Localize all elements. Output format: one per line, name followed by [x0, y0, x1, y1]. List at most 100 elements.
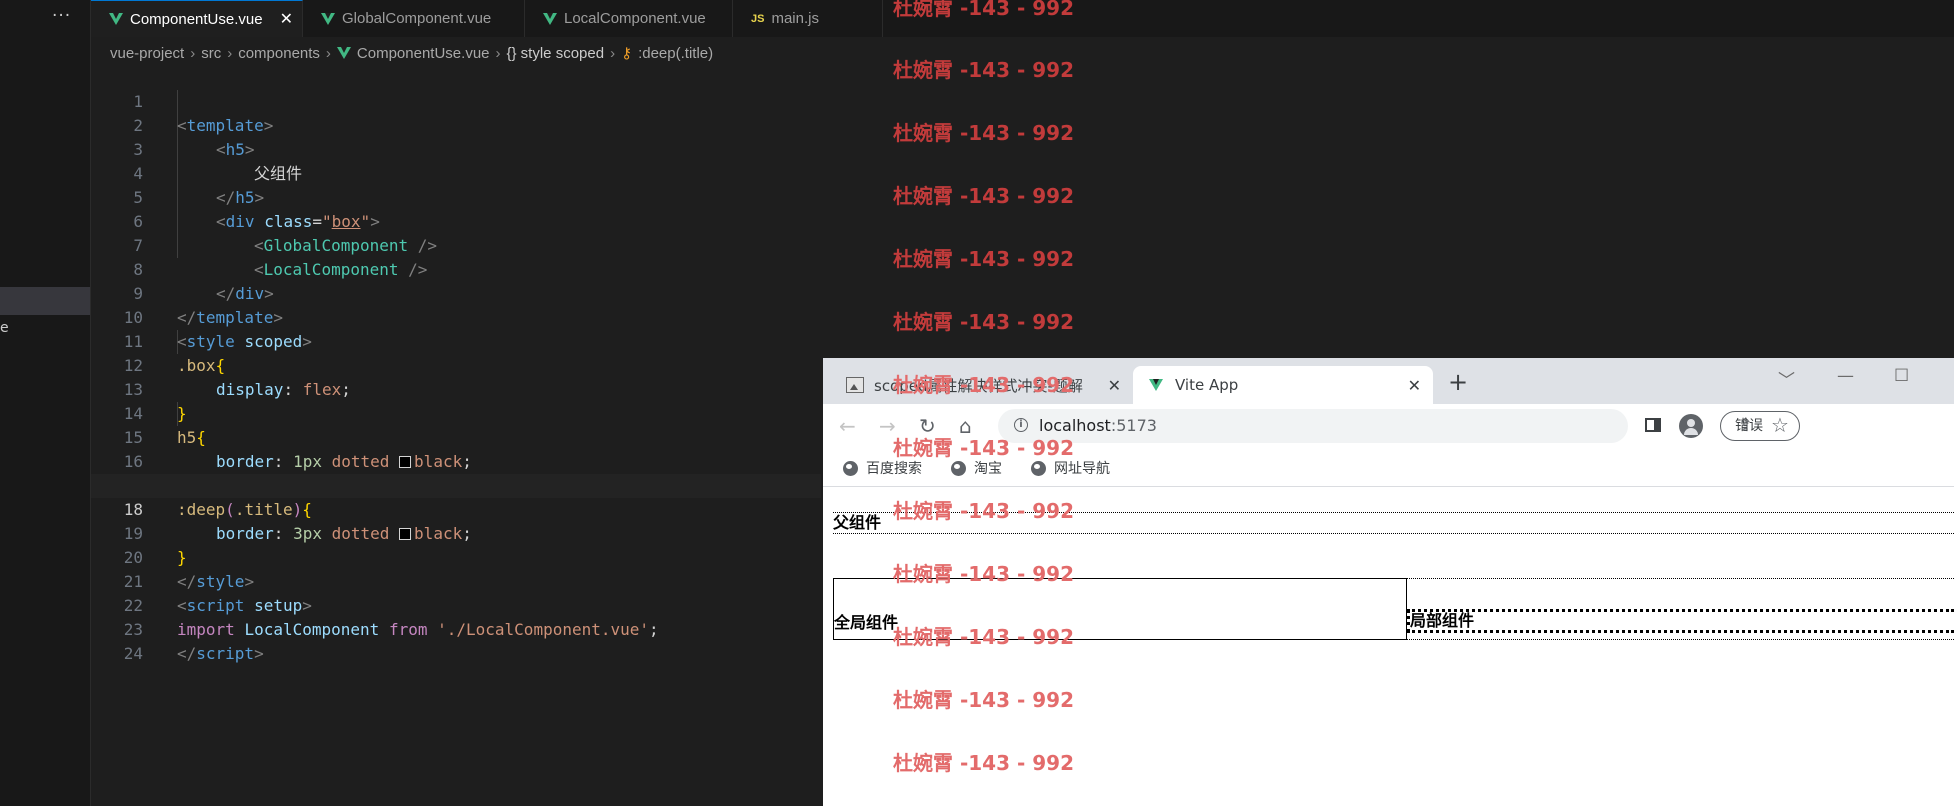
- error-button[interactable]: 错误: [1720, 411, 1800, 441]
- watermark: 杜婉霄 -143 - 992: [893, 121, 1074, 145]
- vue-icon: [321, 12, 335, 25]
- watermark: 杜婉霄 -143 - 992: [893, 562, 1074, 586]
- code-line[interactable]: 1 <template>: [91, 66, 821, 135]
- code-line[interactable]: 4 </h5>: [91, 138, 821, 207]
- token: script: [196, 644, 255, 663]
- symbol-key-icon: ⚷: [621, 45, 633, 62]
- bookmark-nav[interactable]: 网址导航: [1031, 458, 1110, 478]
- back-arrow-icon[interactable]: ←: [839, 414, 856, 438]
- breadcrumb-item[interactable]: {} style scoped: [507, 45, 605, 62]
- watermark: 杜婉霄 -143 - 992: [893, 0, 1074, 20]
- breadcrumb: vue-project › src › components › Compone…: [110, 44, 713, 63]
- url-port: :5173: [1110, 416, 1157, 435]
- chevron-down-icon[interactable]: ﹀: [1778, 366, 1795, 391]
- new-tab-icon[interactable]: +: [1448, 368, 1468, 396]
- code-line[interactable]: 5 <div class="box">: [91, 162, 821, 231]
- tab-componentuse-vue[interactable]: ComponentUse.vue ✕: [91, 0, 303, 37]
- breadcrumb-item[interactable]: src: [201, 45, 221, 62]
- watermark: 杜婉霄 -143 - 992: [893, 688, 1074, 712]
- chevron-right-icon: ›: [227, 44, 233, 62]
- info-icon[interactable]: i: [1014, 418, 1028, 432]
- code-line[interactable]: 8 </div>: [91, 234, 821, 303]
- tab-label: LocalComponent.vue: [564, 10, 706, 27]
- profile-avatar-icon[interactable]: [1679, 414, 1703, 438]
- code-line[interactable]: 2 <h5>: [91, 90, 821, 159]
- breadcrumb-item[interactable]: :deep(.title): [638, 45, 713, 62]
- close-tab-icon[interactable]: ✕: [280, 9, 293, 29]
- code-line[interactable]: 24: [91, 618, 821, 663]
- watermark: 杜婉霄 -143 - 992: [893, 436, 1074, 460]
- globe-icon: [1031, 460, 1046, 476]
- vue-icon: [109, 13, 123, 25]
- token: </: [177, 644, 197, 663]
- code-line[interactable]: 10 <style scoped>: [91, 282, 821, 351]
- watermark: 杜婉霄 -143 - 992: [893, 373, 1074, 397]
- browser-tab-vite-app[interactable]: Vite App ✕: [1133, 366, 1433, 404]
- local-component-title: 局部组件: [1407, 609, 1954, 633]
- code-line[interactable]: 15 border: 1px dotted black;: [91, 402, 821, 471]
- bookmark-label: 百度搜索: [866, 461, 922, 477]
- code-line[interactable]: 11 .box{: [91, 306, 821, 375]
- tab-main-js[interactable]: JS main.js: [733, 0, 883, 37]
- code-editor[interactable]: 1 <template> 2 <h5> 3 父组件 4 </h5> 5 <div…: [91, 66, 821, 666]
- vue-icon: [336, 47, 351, 59]
- code-line[interactable]: 14 h5{: [91, 378, 821, 447]
- globe-icon: [843, 460, 858, 476]
- js-icon: JS: [751, 12, 765, 25]
- code-line[interactable]: 17 :deep(.title){: [91, 450, 821, 519]
- code-line[interactable]: 19 }: [91, 498, 821, 567]
- code-line[interactable]: 12 display: flex;: [91, 330, 821, 399]
- watermark: 杜婉霄 -143 - 992: [893, 310, 1074, 334]
- watermark: 杜婉霄 -143 - 992: [893, 184, 1074, 208]
- chevron-right-icon: ›: [495, 44, 501, 62]
- close-tab-icon[interactable]: ✕: [1108, 376, 1121, 395]
- code-line[interactable]: 20 </style>: [91, 522, 821, 591]
- line-number: 24: [123, 644, 143, 663]
- address-bar[interactable]: i localhost:5173 ⇪ ☆: [998, 409, 1789, 443]
- minimize-icon[interactable]: —: [1837, 366, 1854, 386]
- tab-globalcomponent-vue[interactable]: GlobalComponent.vue: [303, 0, 525, 37]
- globe-icon: [951, 460, 966, 476]
- more-actions-icon[interactable]: ···: [52, 6, 71, 26]
- chevron-right-icon: ›: [190, 44, 196, 62]
- token: >: [254, 644, 264, 663]
- explorer-selected-row[interactable]: [0, 287, 90, 315]
- code-line[interactable]: 7 <LocalComponent />: [91, 210, 821, 279]
- code-line[interactable]: 21 <script setup>: [91, 546, 821, 615]
- maximize-icon[interactable]: ☐: [1894, 366, 1909, 386]
- explorer-sidebar: ··· e: [0, 0, 91, 806]
- code-line[interactable]: 9 </template>: [91, 258, 821, 327]
- chevron-right-icon: ›: [610, 44, 616, 62]
- bookmark-label: 网址导航: [1054, 461, 1110, 477]
- bookmark-taobao[interactable]: 淘宝: [951, 458, 1002, 478]
- code-line[interactable]: 13 }: [91, 354, 821, 423]
- bookmark-label: 淘宝: [974, 461, 1002, 477]
- explorer-item-fragment[interactable]: e: [0, 320, 9, 336]
- code-line-current[interactable]: 18 border: 3px dotted black;: [91, 474, 821, 543]
- vue-icon: [1149, 379, 1163, 391]
- close-tab-icon[interactable]: ✕: [1408, 376, 1421, 395]
- watermark: 杜婉霄 -143 - 992: [893, 499, 1074, 523]
- tab-localcomponent-vue[interactable]: LocalComponent.vue: [525, 0, 733, 37]
- tab-label: main.js: [771, 10, 819, 27]
- code-line[interactable]: 3 父组件: [91, 114, 821, 183]
- code-line[interactable]: 6 <GlobalComponent />: [91, 186, 821, 255]
- watermark: 杜婉霄 -143 - 992: [893, 625, 1074, 649]
- breadcrumb-item[interactable]: components: [238, 45, 320, 62]
- browser-tab-label: Vite App: [1175, 376, 1239, 394]
- vue-icon: [543, 12, 557, 25]
- watermark: 杜婉霄 -143 - 992: [893, 58, 1074, 82]
- code-line[interactable]: 16 }: [91, 426, 821, 495]
- code-line[interactable]: 22 import LocalComponent from './LocalCo…: [91, 570, 821, 639]
- breadcrumb-item[interactable]: ComponentUse.vue: [357, 45, 490, 62]
- watermark: 杜婉霄 -143 - 992: [893, 751, 1074, 775]
- tab-label: ComponentUse.vue: [130, 10, 263, 28]
- image-icon: [846, 377, 864, 393]
- bookmark-baidu[interactable]: 百度搜索: [843, 458, 922, 478]
- local-component-box: 局部组件: [1407, 578, 1954, 640]
- side-panel-icon[interactable]: [1645, 418, 1661, 432]
- code-line[interactable]: 23 </script>: [91, 594, 821, 663]
- global-component-text: 全局组件: [834, 613, 899, 632]
- breadcrumb-item[interactable]: vue-project: [110, 45, 184, 62]
- chevron-right-icon: ›: [325, 44, 331, 62]
